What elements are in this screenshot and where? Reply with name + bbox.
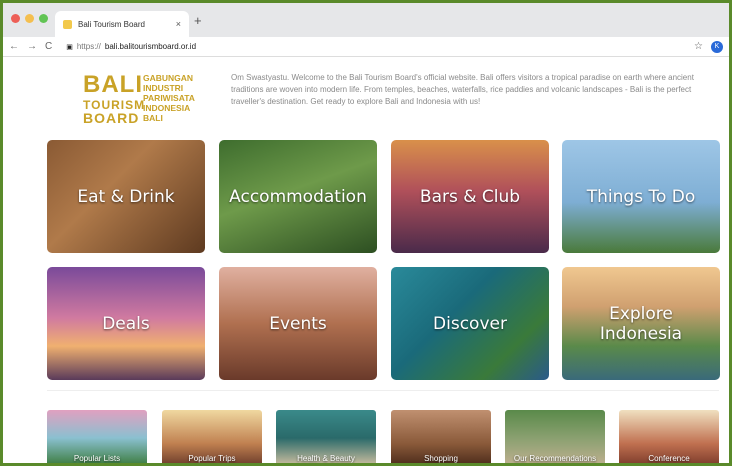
logo-line-1: GABUNGAN	[143, 73, 194, 83]
section-divider	[47, 390, 719, 391]
tab-bar: Bali Tourism Board × +	[3, 3, 729, 37]
welcome-text: Om Swastyastu. Welcome to the Bali Touri…	[231, 73, 694, 106]
logo-line-3: PARIWISATA	[143, 93, 195, 103]
logo-line-5: BALI	[143, 113, 163, 123]
category-label: Discover	[433, 313, 507, 334]
category-label: Bars & Club	[419, 186, 521, 207]
category-label: Events	[269, 313, 327, 334]
category-discover[interactable]: Discover	[391, 267, 549, 380]
page-content: BALI TOURISM BOARD GABUNGAN INDUSTRI PAR…	[3, 58, 729, 463]
browser-toolbar: ← → C ▣ https://bali.balitourismboard.or…	[3, 37, 729, 57]
category-eat-drink[interactable]: Eat & Drink	[47, 140, 205, 253]
new-tab-button[interactable]: +	[194, 13, 202, 28]
browser-tab[interactable]: Bali Tourism Board ×	[55, 11, 189, 37]
category-things-to-do[interactable]: Things To Do	[562, 140, 720, 253]
lock-icon: ▣	[66, 43, 73, 51]
subcategory-shopping[interactable]: Shopping	[391, 410, 491, 463]
url-host: bali.balitourismboard.or.id	[104, 42, 197, 51]
close-window-button[interactable]	[11, 14, 20, 23]
forward-button[interactable]: →	[27, 41, 37, 52]
logo-subtitle: GABUNGAN INDUSTRI PARIWISATA INDONESIA B…	[143, 73, 195, 123]
logo-line-2: INDUSTRI	[143, 83, 184, 93]
category-label: Things To Do	[586, 186, 696, 207]
minimize-window-button[interactable]	[25, 14, 34, 23]
reload-button[interactable]: C	[45, 41, 52, 52]
category-label: Eat & Drink	[77, 186, 175, 207]
address-bar[interactable]: ▣ https://bali.balitourismboard.or.id	[60, 39, 686, 55]
subcategory-label: Popular Trips	[188, 454, 236, 463]
subcategory-label: Popular Lists	[73, 454, 121, 463]
subcategory-label: Shopping	[424, 454, 458, 463]
category-bars-club[interactable]: Bars & Club	[391, 140, 549, 253]
window-controls	[11, 14, 48, 23]
category-explore-indonesia[interactable]: Explore Indonesia	[562, 267, 720, 380]
url-scheme: https://	[76, 42, 101, 51]
site-logo[interactable]: BALI TOURISM BOARD GABUNGAN INDUSTRI PAR…	[83, 71, 218, 127]
favicon-icon	[63, 19, 72, 29]
subcategory-label: Our Recommendations	[513, 454, 597, 463]
subcategory-label: Health & Beauty	[297, 454, 355, 463]
subcategory-health-beauty[interactable]: Health & Beauty	[276, 410, 376, 463]
logo-board: BOARD	[83, 110, 140, 126]
bookmark-star-icon[interactable]: ☆	[694, 41, 703, 52]
subcategory-strip: Popular Lists Popular Trips Health & Bea…	[47, 410, 719, 463]
subcategory-label: Conference	[648, 454, 690, 463]
logo-bali: BALI	[83, 71, 143, 98]
subcategory-conference[interactable]: Conference	[619, 410, 719, 463]
maximize-window-button[interactable]	[39, 14, 48, 23]
category-label: Explore Indonesia	[599, 303, 683, 344]
category-label: Deals	[102, 313, 150, 334]
subcategory-our-recommendations[interactable]: Our Recommendations	[505, 410, 605, 463]
category-events[interactable]: Events	[219, 267, 377, 380]
tab-title: Bali Tourism Board	[78, 19, 145, 29]
logo-line-4: INDONESIA	[143, 103, 191, 113]
profile-avatar[interactable]: K	[711, 40, 723, 53]
subcategory-popular-lists[interactable]: Popular Lists	[47, 410, 147, 463]
category-deals[interactable]: Deals	[47, 267, 205, 380]
tab-close-icon[interactable]: ×	[176, 19, 181, 29]
category-label: Accommodation	[229, 186, 367, 207]
category-accommodation[interactable]: Accommodation	[219, 140, 377, 253]
subcategory-popular-trips[interactable]: Popular Trips	[162, 410, 262, 463]
back-button[interactable]: ←	[9, 41, 19, 52]
window-frame: Bali Tourism Board × + ← → C ▣ https://b…	[0, 0, 732, 466]
